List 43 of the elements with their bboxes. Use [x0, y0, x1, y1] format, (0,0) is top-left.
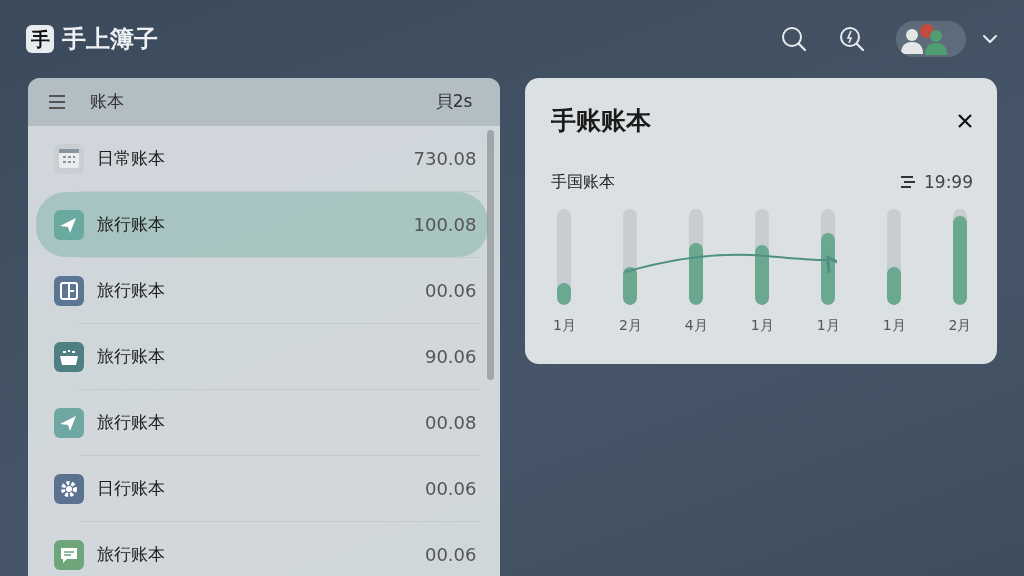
panel-title: 账本: [90, 90, 124, 114]
ledger-row[interactable]: 旅行账本 90.06: [36, 324, 489, 389]
ledger-name: 日常账本: [97, 146, 165, 170]
chart-subtitle: 手国账本: [551, 171, 616, 194]
ledger-amount: 00.06: [424, 477, 477, 501]
bar-label: 1月: [553, 316, 576, 335]
ledger-name: 旅行账本: [97, 542, 165, 566]
bar-label: 1月: [882, 316, 906, 335]
panel-count: 貝2s: [435, 90, 473, 114]
ledger-row[interactable]: 日常账本 730.08: [36, 126, 489, 191]
filter-icon[interactable]: [900, 175, 916, 190]
avatar-group-icon[interactable]: [896, 21, 966, 57]
menu-icon[interactable]: [48, 95, 66, 109]
chart-reading: 19:99: [924, 170, 973, 194]
ledger-name: 旅行账本: [97, 410, 165, 434]
bar-label: 1月: [816, 316, 840, 335]
lightning-search-icon[interactable]: [838, 25, 866, 53]
ledger-amount: 730.08: [413, 147, 477, 171]
bar-label: 2月: [618, 316, 642, 335]
ledger-name: 旅行账本: [97, 212, 165, 236]
bar-label: 4月: [684, 316, 708, 335]
ledger-amount: 00.06: [424, 543, 477, 567]
scrollbar[interactable]: [487, 130, 495, 380]
ledger-row[interactable]: 日行账本 00.06: [36, 456, 489, 521]
ledger-row[interactable]: 旅行账本 00.08: [36, 390, 489, 455]
search-icon[interactable]: [780, 25, 808, 53]
bar-label: 2月: [948, 316, 972, 335]
ledger-name: 旅行账本: [97, 344, 165, 368]
ledger-row[interactable]: 旅行账本 100.08: [36, 192, 489, 257]
ledger-name: 旅行账本: [97, 278, 165, 302]
ledger-amount: 90.06: [424, 345, 477, 369]
app-logo: 手: [26, 25, 54, 53]
chevron-down-icon[interactable]: [982, 34, 998, 44]
ledger-name: 日行账本: [97, 476, 165, 500]
card-title: 手账账本: [551, 105, 652, 137]
ledger-amount: 00.08: [424, 411, 477, 435]
ledger-amount: 00.06: [424, 279, 477, 303]
ledger-row[interactable]: 旅行账本 00.06: [36, 522, 489, 576]
ledger-amount: 100.08: [413, 213, 477, 237]
app-title: 手上簿子: [62, 24, 158, 55]
ledger-row[interactable]: 旅行账本 00.06: [36, 258, 489, 323]
close-icon[interactable]: [957, 112, 973, 129]
bar-label: 1月: [750, 316, 774, 335]
